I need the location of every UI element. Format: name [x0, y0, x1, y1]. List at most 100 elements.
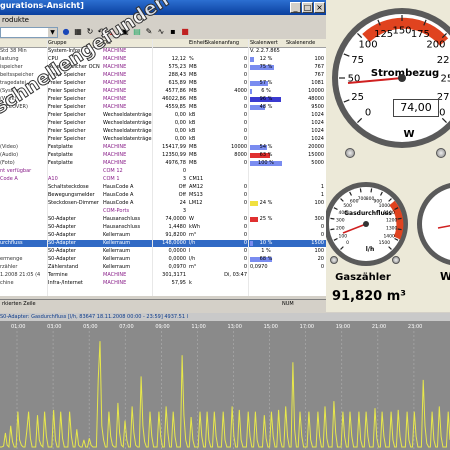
table-row[interactable]: lastung CPU MACHINE 12,12% 0 12 % 100 [0, 56, 326, 63]
table-cell: Freier Speicher [48, 112, 86, 118]
table-row[interactable]: Steckdosen-Dimmer HausCode A 24 LM12 0 24 % 10… [0, 200, 326, 207]
header-skalenwert[interactable]: Skalenwert [250, 39, 278, 47]
gas-flow-chart[interactable]: 01:00 03:00 05:00 07:00 09:00 11:00 13:00 15:00… [0, 321, 450, 450]
table-cell: MB [189, 88, 197, 94]
table-cell: 0,0970 [250, 264, 268, 270]
maximize-button[interactable]: □ [302, 2, 313, 13]
table-row[interactable]: tragedatei Freier Speicher MACHINE 615,89 MB… [0, 80, 326, 87]
header-skalenende[interactable]: Skalenende [286, 39, 315, 47]
table-cell: (Work) [0, 96, 17, 102]
table-cell: S0-Adapter [48, 224, 76, 230]
table-row[interactable]: Schaltsteckdose HausCode A Off AM12 0 1 [0, 184, 326, 191]
table-row[interactable]: (System) Freier Speicher MACHINE 4577,86 MB 4… [0, 88, 326, 95]
table-row[interactable]: S0-Adapter Hausanschluss 1,4480 kWh 0 0 [0, 224, 326, 231]
gas-tick-label: 0 [346, 240, 349, 246]
table-row[interactable]: Freier Speicher Wechseldatenträger 0,00 kB 0… [0, 128, 326, 135]
table-cell: Freier Speicher [48, 136, 86, 142]
gas-tick-label: 1300 [386, 226, 398, 232]
table-cell: 91,8200 [165, 232, 186, 238]
table-cell: 4000 [234, 88, 247, 94]
save-icon[interactable]: ▪ [168, 27, 178, 37]
window-title: gurations-Ansicht] [0, 1, 84, 10]
table-row[interactable]: Freier Speicher Wechseldatenträger 0,00 kB 0… [0, 120, 326, 127]
table-row[interactable]: beitsspeicher Freier Speicher MACHINE 288,4… [0, 72, 326, 79]
table-cell: m³ [189, 264, 196, 270]
table-cell: Kellerraum [103, 240, 131, 246]
table-cell: MACHINE [103, 56, 127, 62]
chart-x-tick-label: 09:00 [155, 324, 169, 330]
table-cell: Wechseldatenträger [103, 112, 153, 118]
header-einheit[interactable]: Einheit [189, 39, 206, 47]
menu-item-produkte[interactable]: rodukte [2, 15, 29, 26]
calendar-icon[interactable]: ▤ [132, 27, 142, 37]
table-cell: 12350,99 [162, 152, 186, 158]
gas-tick [330, 228, 335, 231]
table-row[interactable]: (Video) Festplatte MACHINE 15417,99 MB 10000 5… [0, 144, 326, 151]
table-row[interactable]: (Work) Freier Speicher MACHINE 46022,86 MB 0 9… [0, 96, 326, 103]
table-row[interactable]: 1.2008 21:05 (4 Termine MACHINE 301,3171 Di,… [0, 272, 326, 279]
table-row[interactable]: ermenge S0-Adapter Kellerraum 0,0000 l/h 0 68 … [0, 256, 326, 263]
gas-tick-label: 100 [339, 233, 348, 239]
image-icon[interactable]: ▣ [120, 27, 130, 37]
table-row[interactable]: chine Infra-/Internet MACHINE 57,95 k [0, 280, 326, 287]
table-row[interactable]: Std 38 Min System-Infos MACHINE V. 2.2.7.86… [0, 48, 326, 55]
table-row[interactable]: S0-Adapter Hausanschluss 74,0000 W 0 25 % 300 [0, 216, 326, 223]
sensor-table[interactable]: Gruppe Ort Einheit Skalenanfang Skalenwe… [0, 39, 326, 296]
table-row[interactable]: rzähler Zählerstand Kellerraum 0,0970 m³ 0 0,0… [0, 264, 326, 271]
table-cell: 24 % [250, 200, 282, 207]
table-cell: 1024 [311, 120, 324, 126]
gas-tick [330, 217, 335, 220]
table-cell: 46022,86 [162, 96, 186, 102]
gas-knob-left[interactable] [330, 256, 338, 264]
tools-icon[interactable]: ✎ [144, 27, 154, 37]
table-cell: 25 % [250, 216, 282, 223]
table-cell: 1500 [311, 240, 324, 246]
gas-hub [363, 221, 369, 227]
gas-knob-right[interactable] [392, 256, 400, 264]
value-bar [250, 57, 254, 62]
chart-x-tick-label: 21:00 [372, 324, 386, 330]
table-row[interactable]: (RECOVER) Freier Speicher MACHINE 4559,85 MB… [0, 104, 326, 111]
table-cell: 288,43 [168, 72, 187, 78]
table-row[interactable]: (Audio) Festplatte MACHINE 12350,99 MB 8000 63… [0, 152, 326, 159]
table-row[interactable]: Freier Speicher Wechseldatenträger 0,00 kB 0… [0, 136, 326, 143]
table-row[interactable]: Bewegungsmelder HausCode A Off MS13 0 1 [0, 192, 326, 199]
table-row[interactable]: Code A A10 COM 1 3 CM11 [0, 176, 326, 183]
table-cell: 0 [243, 80, 247, 86]
table-row[interactable]: Freier Speicher Wechseldatenträger 0,00 kB 0… [0, 112, 326, 119]
chevron-down-icon[interactable]: ▼ [48, 28, 57, 37]
gas-tick [397, 217, 402, 220]
table-row[interactable]: (Foto) Festplatte MACHINE 4976,78 MB 0 100 % 50… [0, 160, 326, 167]
undo-icon[interactable]: ↶ [96, 27, 106, 37]
chart-x-tick-label: 03:00 [47, 324, 61, 330]
value-bar [250, 201, 258, 206]
help-icon[interactable]: ● [61, 27, 71, 37]
table-row[interactable]: nt verfügbar COM 12 0 [0, 168, 326, 175]
minimize-button[interactable]: _ [290, 2, 301, 13]
table-cell: MACHINE [103, 64, 127, 70]
table-cell: MACHINE [103, 96, 127, 102]
table-row[interactable]: COM-Ports 3 [0, 208, 326, 215]
table-row[interactable]: S0-Adapter Kellerraum 0,0000 l 0 1 % 100 [0, 248, 326, 255]
refresh-icon[interactable]: ↻ [85, 27, 95, 37]
strom-knob-right[interactable] [436, 148, 446, 158]
table-cell: COM 1 [103, 176, 120, 182]
header-gruppe[interactable]: Gruppe [48, 39, 67, 47]
strom-knob-left[interactable] [345, 148, 355, 158]
table-row[interactable]: urchfluss S0-Adapter Kellerraum 148,0000 l/h… [0, 240, 326, 247]
table-row[interactable]: S0-Adapter Kellerraum 91,8200 m³ 0 0 [0, 232, 326, 239]
table-row[interactable]: ispeicher Arbeitsspeicher OCN MACHINE 575,2… [0, 64, 326, 71]
table-cell: 0,00 [174, 120, 186, 126]
chart-x-tick-label: 17:00 [300, 324, 314, 330]
close-button[interactable]: × [314, 2, 325, 13]
chart-line-icon[interactable]: ∿ [156, 27, 166, 37]
table-cell: MB [189, 64, 197, 70]
grid-icon[interactable]: ▦ [73, 27, 83, 37]
table-cell: 301,3171 [162, 272, 186, 278]
stop-icon[interactable]: ■ [180, 27, 190, 37]
header-ort[interactable]: Ort [103, 39, 111, 47]
chart-icon[interactable]: ▲ [108, 27, 118, 37]
filter-combobox[interactable]: ▼ [0, 27, 58, 38]
header-skalenanfang[interactable]: Skalenanfang [205, 39, 239, 47]
table-cell: S0-Adapter [48, 232, 76, 238]
